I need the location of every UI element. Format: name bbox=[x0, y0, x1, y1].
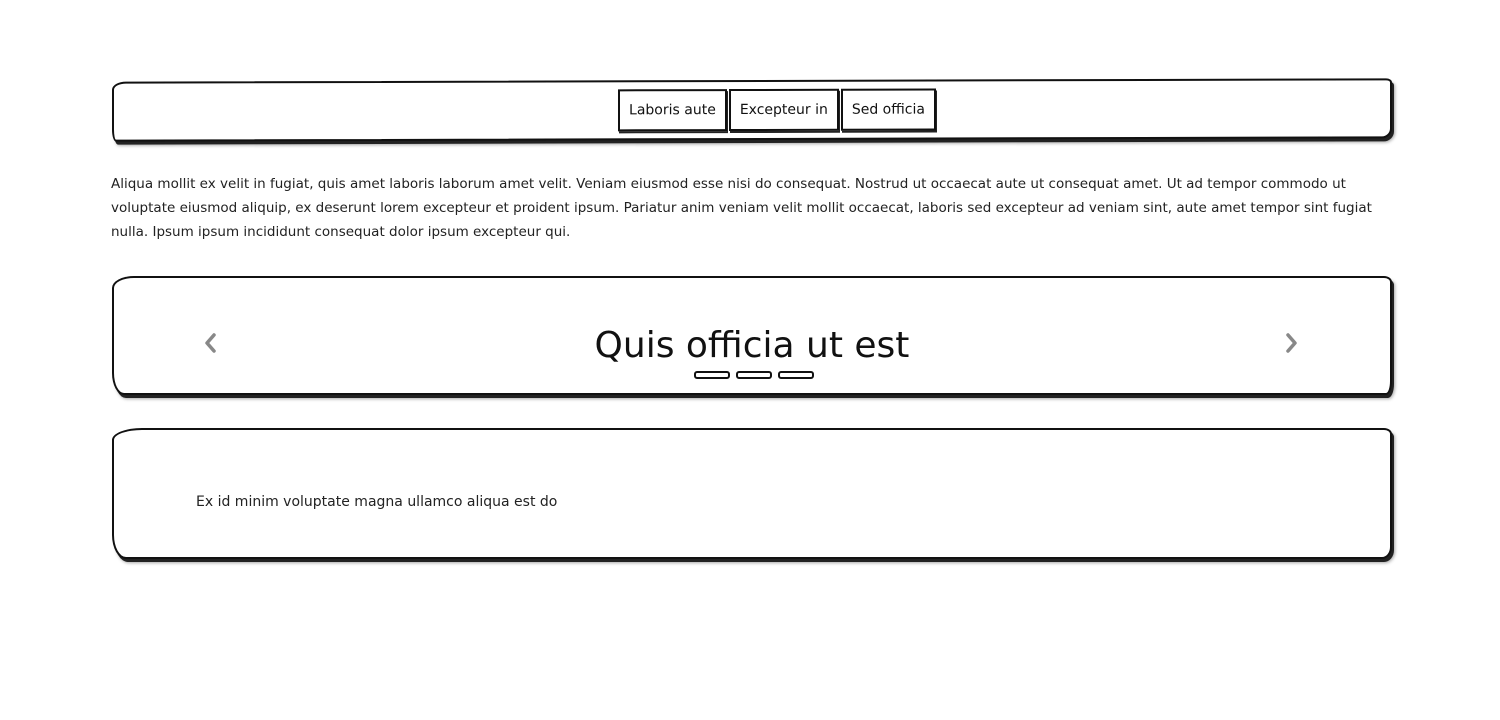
nav-button-sed-officia[interactable]: Sed officia bbox=[840, 88, 936, 131]
carousel-next-button[interactable] bbox=[1282, 330, 1302, 356]
content-card: Ex id minim voluptate magna ullamco aliq… bbox=[112, 428, 1392, 559]
page: Laboris aute Excepteur in Sed officia Al… bbox=[0, 0, 1500, 720]
intro-paragraph: Aliqua mollit ex velit in fugiat, quis a… bbox=[111, 176, 1372, 240]
carousel-indicator-1[interactable] bbox=[694, 371, 730, 379]
nav-button-group: Laboris aute Excepteur in Sed officia bbox=[618, 88, 936, 132]
nav-button-laboris-aute[interactable]: Laboris aute bbox=[618, 89, 727, 132]
top-navbar: Laboris aute Excepteur in Sed officia bbox=[112, 78, 1392, 142]
content-card-text: Ex id minim voluptate magna ullamco aliq… bbox=[196, 494, 558, 510]
carousel-indicators bbox=[114, 371, 1390, 379]
chevron-right-icon bbox=[1286, 333, 1297, 353]
carousel-indicator-3[interactable] bbox=[778, 371, 814, 379]
carousel-indicator-2[interactable] bbox=[736, 371, 772, 379]
nav-button-excepteur-in[interactable]: Excepteur in bbox=[728, 88, 839, 132]
carousel: Quis officia ut est bbox=[112, 276, 1392, 395]
carousel-slide-title: Quis officia ut est bbox=[594, 325, 910, 366]
